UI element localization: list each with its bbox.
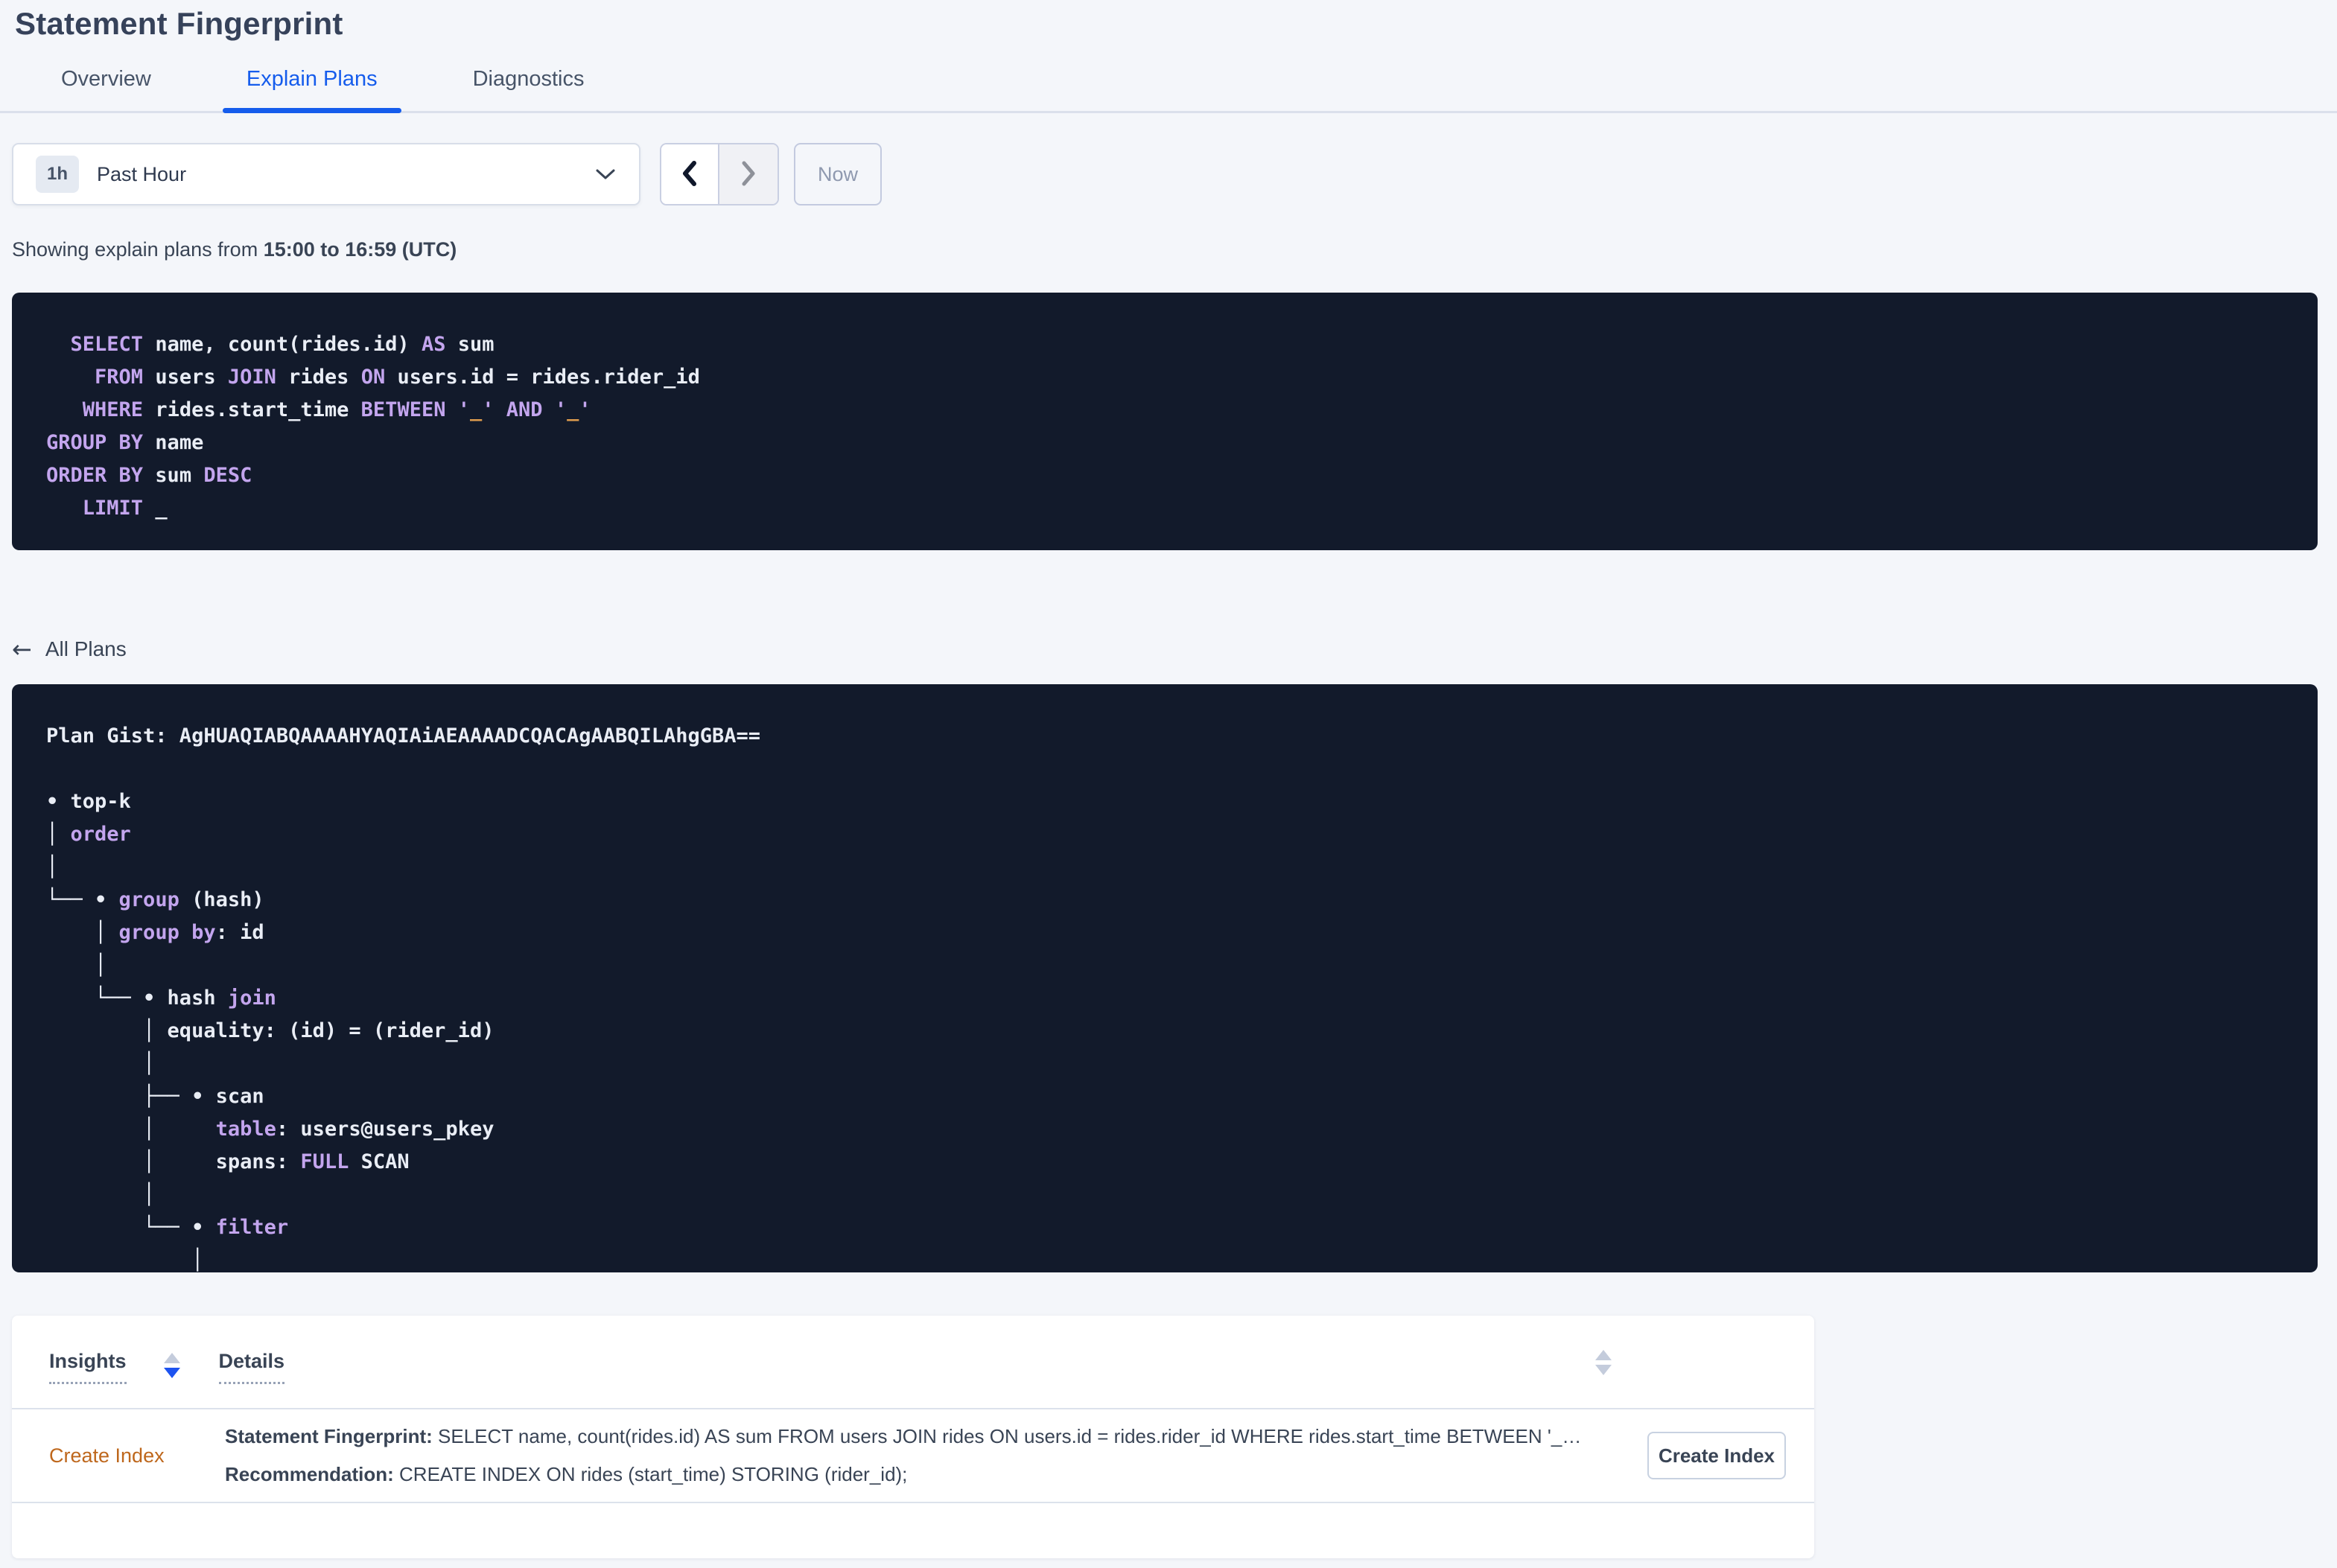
tab-bar: Overview Explain Plans Diagnostics (15, 67, 2318, 113)
tab-diagnostics[interactable]: Diagnostics (449, 67, 608, 111)
insight-type-link[interactable]: Create Index (49, 1444, 225, 1467)
statement-fingerprint-sql-card: SELECT name, count(rides.id) AS sum FROM… (12, 293, 2318, 550)
time-range-value: Past Hour (97, 162, 187, 185)
statement-fingerprint-sql: SELECT name, count(rides.id) AS sum FROM… (46, 333, 700, 520)
sort-icon-details[interactable] (1595, 1350, 1612, 1375)
time-range-select[interactable]: 1h Past Hour (12, 143, 640, 205)
tab-overview[interactable]: Overview (37, 67, 175, 111)
page-title: Statement Fingerprint (15, 6, 343, 41)
tab-explain-plans[interactable]: Explain Plans (222, 67, 401, 113)
plan-gist-tree: Plan Gist: AgHUAQIABQAAAAHYAQIAiAEAAAADC… (46, 724, 761, 1272)
all-plans-label: All Plans (45, 637, 127, 660)
recommendation-text: CREATE INDEX ON rides (start_time) STORI… (399, 1463, 908, 1485)
fingerprint-text: SELECT name, count(rides.id) AS sum FROM… (438, 1425, 1582, 1447)
column-header-insights[interactable]: Insights (49, 1350, 127, 1384)
column-header-details[interactable]: Details (218, 1350, 285, 1384)
insight-details-cell: Statement Fingerprint: SELECT name, coun… (225, 1425, 1595, 1486)
next-range-button[interactable] (719, 144, 778, 204)
now-button[interactable]: Now (794, 143, 882, 205)
insights-table-card: Insights Details Create Index Statement … (12, 1316, 1814, 1558)
plan-gist-card: Plan Gist: AgHUAQIABQAAAAHYAQIAiAEAAAADC… (12, 684, 2318, 1272)
time-step-buttons (660, 143, 779, 205)
chevron-right-icon (739, 160, 758, 189)
chevron-down-icon (594, 168, 617, 181)
chevron-left-icon (680, 160, 699, 189)
time-range-badge: 1h (36, 156, 80, 193)
showing-range-prefix: Showing explain plans from (12, 238, 264, 261)
time-controls: 1h Past Hour Now (12, 143, 2318, 205)
insight-fingerprint-line: Statement Fingerprint: SELECT name, coun… (225, 1425, 1595, 1448)
all-plans-link[interactable]: ← All Plans (12, 635, 127, 663)
showing-range-value: 15:00 to 16:59 (UTC) (263, 238, 457, 261)
create-index-button[interactable]: Create Index (1647, 1432, 1786, 1479)
page-header: Statement Fingerprint Overview Explain P… (0, 0, 2337, 113)
insights-table-row: Create Index Statement Fingerprint: SELE… (12, 1409, 1814, 1503)
main-content: 1h Past Hour Now Showing explain plans f… (0, 143, 2337, 1558)
recommendation-label: Recommendation: (225, 1463, 400, 1485)
sort-icon-insights[interactable] (163, 1353, 180, 1378)
insights-table-header: Insights Details (12, 1316, 1814, 1409)
back-arrow-icon: ← (12, 635, 32, 663)
fingerprint-label: Statement Fingerprint: (225, 1425, 439, 1447)
showing-range-text: Showing explain plans from 15:00 to 16:5… (12, 238, 2318, 261)
previous-range-button[interactable] (661, 144, 719, 204)
insight-recommendation-line: Recommendation: CREATE INDEX ON rides (s… (225, 1463, 1595, 1486)
